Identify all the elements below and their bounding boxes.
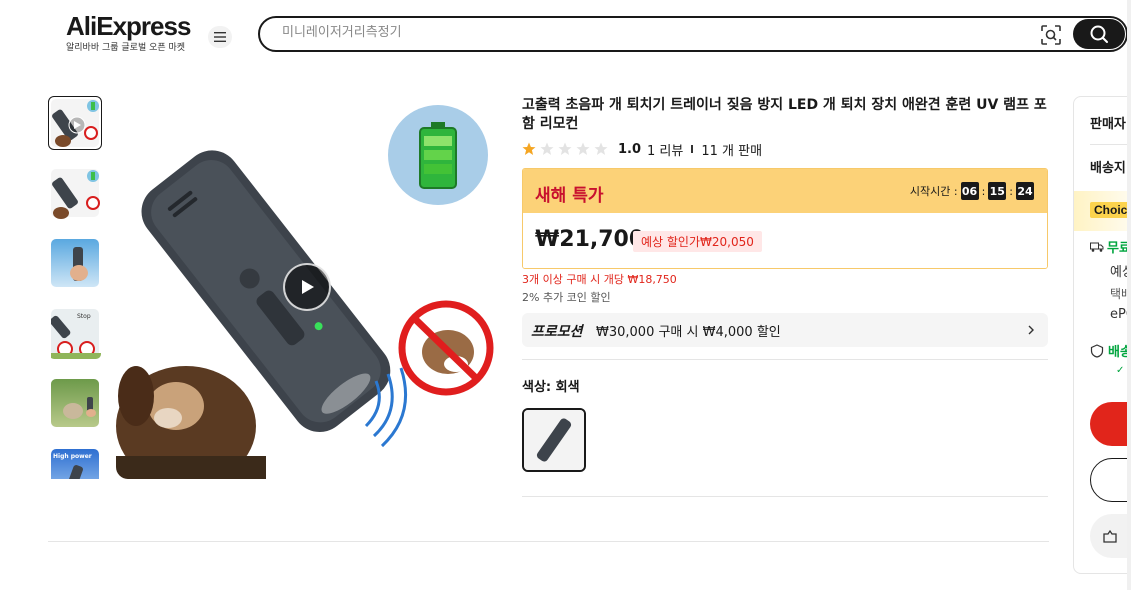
logo-subtitle: 알리바바 그룹 글로벌 오픈 마켓	[66, 43, 186, 53]
play-icon	[302, 280, 314, 294]
star-filled-icon	[522, 142, 536, 155]
divider	[48, 541, 1049, 542]
rating-value: 1.0	[618, 141, 642, 157]
thumbnail-3[interactable]	[48, 236, 102, 290]
star-empty-icon	[558, 142, 572, 155]
color-swatch-gray[interactable]	[522, 408, 586, 472]
seller-label[interactable]: 판매자	[1090, 113, 1126, 132]
ship-to-label[interactable]: 배송지:	[1090, 157, 1131, 176]
timer-seconds: 24	[1016, 182, 1034, 200]
timer-label: 시작시간 :	[909, 185, 958, 198]
category-menu-button[interactable]	[208, 26, 232, 48]
separator	[691, 145, 694, 153]
deal-title: 새해 특가	[535, 186, 604, 206]
coin-discount-text: 2% 추가 코인 할인	[522, 291, 611, 304]
svg-text:Stop: Stop	[77, 313, 91, 320]
shield-icon	[1090, 343, 1104, 358]
bulk-discount-text: 3개 이상 구매 시 개당 ₩18,750	[522, 273, 677, 286]
rating-row[interactable]: 1.0 1 리뷰 11 개 판매	[522, 140, 763, 159]
promotion-label: 프로모션	[531, 324, 583, 340]
review-count-link[interactable]: 1 리뷰	[647, 140, 683, 159]
thumbnail-5[interactable]	[48, 376, 102, 430]
color-label: 색상: 회색	[522, 380, 580, 395]
product-main-image[interactable]	[116, 96, 498, 479]
divider	[522, 359, 1048, 360]
divider	[522, 496, 1048, 497]
truck-icon	[1090, 242, 1104, 252]
delivery-guarantee[interactable]: 배송	[1090, 341, 1131, 360]
free-shipping: 무료	[1090, 237, 1131, 256]
search-bar	[258, 16, 1128, 52]
timer-minutes: 15	[988, 182, 1007, 200]
chevron-right-icon	[1028, 325, 1034, 335]
image-search-icon[interactable]	[1040, 24, 1062, 46]
sold-count: 11 개 판매	[701, 143, 763, 159]
thumbnail-list: Stop High power	[48, 96, 102, 479]
buy-now-button[interactable]	[1090, 402, 1131, 446]
add-to-cart-button[interactable]	[1090, 458, 1131, 502]
search-icon	[1090, 25, 1108, 43]
search-button[interactable]	[1073, 19, 1125, 49]
thumbnail-2[interactable]	[48, 166, 102, 220]
page-scrollbar[interactable]	[1127, 0, 1131, 590]
deal-price-box: 새해 특가 시작시간 : 06: 15: 24 ₩21,700 예상 할인가₩2…	[522, 168, 1048, 269]
search-input[interactable]	[282, 25, 982, 40]
promotion-bar[interactable]: 프로모션 ₩30,000 구매 시 ₩4,000 할인	[522, 313, 1048, 347]
hamburger-icon	[214, 32, 226, 42]
divider	[1090, 144, 1131, 145]
star-empty-icon	[576, 142, 590, 155]
thumbnail-video[interactable]	[48, 96, 102, 150]
star-rating	[522, 142, 608, 156]
star-empty-icon	[540, 142, 554, 155]
logo-wordmark: AliExpress	[66, 11, 191, 41]
choice-badge: Choice	[1090, 202, 1131, 218]
aliexpress-logo[interactable]: AliExpress 알리바바 그룹 글로벌 오픈 마켓	[66, 11, 191, 53]
share-button[interactable]	[1090, 514, 1131, 558]
countdown-timer: 시작시간 : 06: 15: 24	[910, 182, 1037, 200]
deal-header: 새해 특가 시작시간 : 06: 15: 24	[523, 169, 1047, 213]
swatch-image	[524, 410, 584, 470]
star-empty-icon	[594, 142, 608, 155]
thumbnail-6[interactable]: High power	[48, 446, 102, 479]
estimated-price-badge: 예상 할인가₩20,050	[633, 231, 762, 252]
thumbnail-4[interactable]: Stop	[48, 306, 102, 360]
svg-text:High power: High power	[53, 453, 92, 460]
deal-body: ₩21,700 예상 할인가₩20,050	[523, 213, 1047, 268]
promotion-text: ₩30,000 구매 시 ₩4,000 할인	[596, 325, 781, 340]
current-price: ₩21,700	[535, 227, 645, 252]
timer-hours: 06	[960, 182, 979, 200]
purchase-side-panel: 판매자 배송지: Choice 무료 예상 택배 ePC 배송 ✓ I	[1073, 96, 1131, 574]
product-title: 고출력 초음파 개 퇴치기 트레이너 짖음 방지 LED 개 퇴치 장치 애완견…	[522, 97, 1047, 132]
play-video-button[interactable]	[283, 263, 331, 311]
share-icon	[1103, 529, 1117, 543]
